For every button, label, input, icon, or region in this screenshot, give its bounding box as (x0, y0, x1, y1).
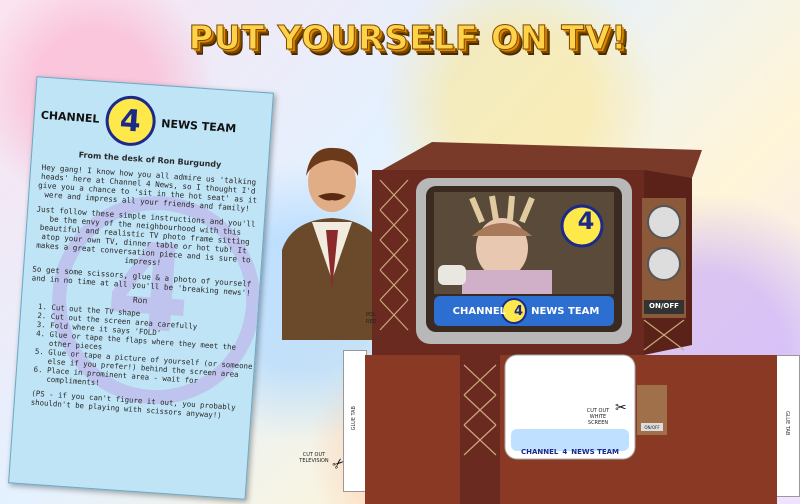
logo-number-4: 4 (103, 94, 158, 148)
glue-tab-left-label: GLUE TAB (351, 406, 357, 431)
screen-logo-news-team: NEWS TEAM (531, 306, 600, 317)
instruction-letter: 4 CHANNEL 4 NEWS TEAM From the desk of R… (8, 76, 274, 500)
glue-tab-left: GLUE TAB (343, 350, 367, 492)
logo-text-news-team: NEWS TEAM (160, 116, 237, 135)
cut-out-television-label: CUT OUT TELEVISION (299, 452, 329, 464)
screen-logo-channel: CHANNEL (452, 306, 507, 317)
glue-tab-right-label: GLUE TAB (784, 411, 790, 436)
screen-logo-number: 4 (577, 207, 595, 235)
cut-out-white-screen-label: CUT OUT WHITE SCREEN (586, 408, 610, 426)
page-headline: PUT YOURSELF ON TV! (188, 18, 628, 58)
red-label-partial: RED (366, 319, 377, 325)
template-power-label: ON/OFF (644, 425, 660, 430)
logo-text-channel: CHANNEL (40, 108, 100, 126)
tv-power-label: ON/OFF (649, 302, 679, 310)
channel4-logo: CHANNEL 4 NEWS TEAM (39, 90, 272, 156)
scissors-icon: ✂ (615, 400, 627, 416)
glue-tab-right: GLUE TAB (776, 355, 800, 497)
template-logo-banner: CHANNEL 4 NEWS TEAM (512, 448, 628, 456)
tv-cutout-template (365, 354, 777, 504)
tv-photo-frame (372, 142, 702, 375)
template-logo-news-team: NEWS TEAM (571, 448, 620, 456)
fold-label-partial: POL (366, 312, 376, 318)
screen-logo-banner: CHANNEL 4 NEWS TEAM (440, 304, 612, 319)
template-logo-4: 4 (562, 448, 568, 456)
template-logo-channel: CHANNEL (520, 448, 559, 456)
instruction-steps: Cut out the TV shape Cut out the screen … (16, 301, 257, 398)
screen-logo-4: 4 (514, 304, 524, 319)
